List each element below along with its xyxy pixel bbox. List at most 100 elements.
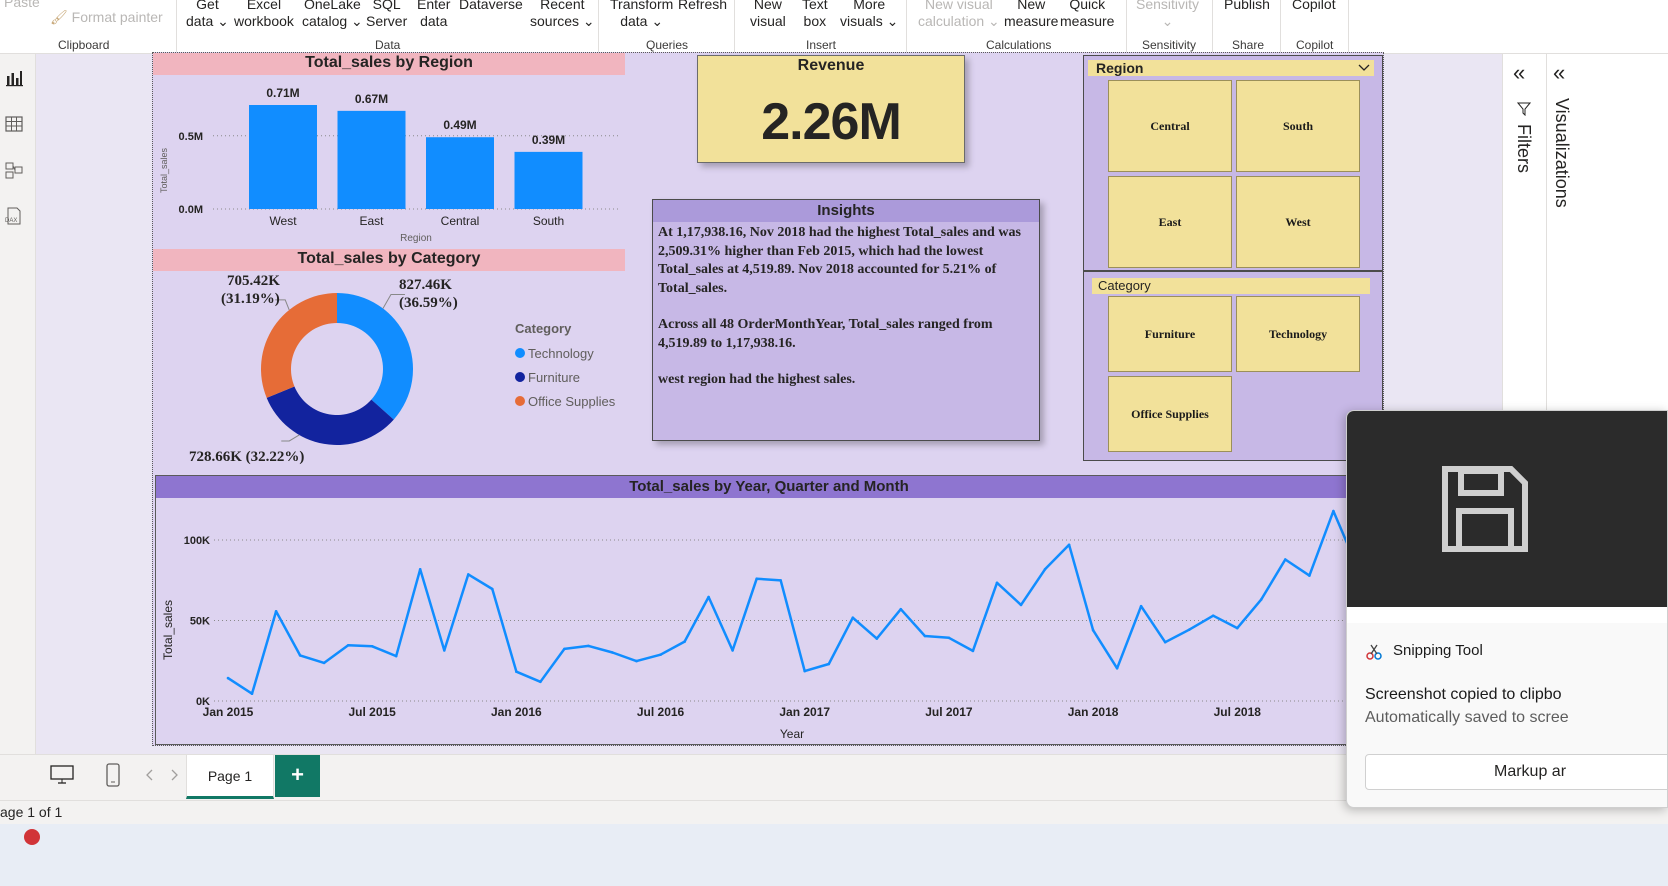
new-measure-button[interactable]: New measure bbox=[1004, 0, 1058, 30]
timeline-data-point[interactable] bbox=[731, 649, 734, 652]
timeline-data-point[interactable] bbox=[1139, 604, 1143, 608]
timeline-data-point[interactable] bbox=[346, 644, 350, 647]
timeline-data-point[interactable] bbox=[1163, 640, 1167, 644]
chevron-down-icon[interactable] bbox=[1358, 63, 1370, 73]
dax-query-view-icon[interactable]: DAX bbox=[4, 206, 24, 226]
donut-legend-item[interactable]: Furniture bbox=[528, 370, 580, 385]
enter-data-button[interactable]: Enter data bbox=[417, 0, 450, 30]
slicer-option-south[interactable]: South bbox=[1236, 80, 1360, 172]
timeline-data-point[interactable] bbox=[1284, 558, 1287, 561]
donut-slice[interactable] bbox=[261, 293, 337, 398]
timeline-data-point[interactable] bbox=[1019, 603, 1023, 607]
more-visuals-button[interactable]: More visuals ⌄ bbox=[840, 0, 898, 30]
format-painter-button[interactable]: 🖌 Format painter bbox=[50, 9, 163, 26]
timeline-data-point[interactable] bbox=[947, 636, 951, 640]
collapse-visualizations-icon[interactable]: « bbox=[1553, 60, 1565, 86]
taskbar-app-icon[interactable] bbox=[24, 829, 40, 845]
slicer-option-west[interactable]: West bbox=[1236, 176, 1360, 268]
timeline-line-chart-visual[interactable]: Total_sales by Year, Quarter and Month T… bbox=[155, 475, 1383, 745]
refresh-button[interactable]: Refresh bbox=[678, 0, 727, 13]
timeline-data-point[interactable] bbox=[515, 670, 518, 673]
paste-button[interactable]: Paste bbox=[4, 0, 40, 11]
markup-button[interactable]: Markup ar bbox=[1365, 754, 1667, 790]
timeline-data-point[interactable] bbox=[875, 637, 879, 640]
timeline-data-point[interactable] bbox=[394, 654, 398, 658]
timeline-data-point[interactable] bbox=[899, 607, 903, 611]
slicer-option-east[interactable]: East bbox=[1108, 176, 1232, 268]
publish-button[interactable]: Publish bbox=[1224, 0, 1270, 13]
timeline-data-point[interactable] bbox=[1187, 628, 1191, 631]
timeline-data-point[interactable] bbox=[635, 659, 638, 663]
timeline-data-point[interactable] bbox=[443, 649, 446, 652]
collapse-filters-icon[interactable]: « bbox=[1513, 60, 1525, 86]
insights-visual[interactable]: Insights At 1,17,938.16, Nov 2018 had th… bbox=[652, 199, 1040, 441]
timeline-data-point[interactable] bbox=[370, 645, 374, 648]
onelake-catalog-button[interactable]: OneLake catalog ⌄ bbox=[302, 0, 363, 30]
timeline-data-point[interactable] bbox=[563, 647, 566, 651]
timeline-data-point[interactable] bbox=[226, 676, 230, 680]
table-view-icon[interactable] bbox=[4, 114, 24, 134]
timeline-data-point[interactable] bbox=[851, 616, 855, 619]
donut-legend-item[interactable]: Office Supplies bbox=[528, 394, 616, 409]
region-bar[interactable] bbox=[249, 105, 317, 209]
recent-sources-button[interactable]: Recent sources ⌄ bbox=[530, 0, 595, 30]
timeline-data-point[interactable] bbox=[803, 669, 806, 673]
region-bar-chart-visual[interactable]: Total_sales by Region Total_sales Region… bbox=[153, 53, 625, 245]
quick-measure-button[interactable]: Quick measure bbox=[1060, 0, 1114, 30]
report-view-icon[interactable] bbox=[4, 68, 24, 88]
donut-slice[interactable] bbox=[266, 386, 394, 445]
region-slicer[interactable]: Region Central South East West bbox=[1083, 55, 1383, 271]
timeline-data-point[interactable] bbox=[250, 692, 254, 695]
timeline-data-point[interactable] bbox=[779, 579, 782, 582]
snipping-tool-notification[interactable]: Snipping Tool Screenshot copied to clipb… bbox=[1346, 410, 1668, 808]
new-visual-button[interactable]: New visual bbox=[750, 0, 786, 30]
new-visual-calculation-button[interactable]: New visual calculation ⌄ bbox=[918, 0, 1000, 30]
sql-server-button[interactable]: SQL Server bbox=[366, 0, 407, 30]
get-data-button[interactable]: Get data ⌄ bbox=[186, 0, 229, 30]
timeline-data-point[interactable] bbox=[659, 653, 662, 656]
timeline-data-point[interactable] bbox=[1308, 574, 1311, 577]
timeline-data-point[interactable] bbox=[707, 595, 710, 599]
region-bar[interactable] bbox=[426, 137, 494, 209]
timeline-data-point[interactable] bbox=[683, 640, 686, 643]
timeline-data-point[interactable] bbox=[491, 587, 494, 591]
dataverse-button[interactable]: Dataverse bbox=[459, 0, 523, 13]
timeline-data-point[interactable] bbox=[467, 573, 470, 576]
category-slicer[interactable]: Category Furniture Technology Office Sup… bbox=[1083, 271, 1383, 461]
prev-page-icon[interactable] bbox=[146, 769, 154, 781]
excel-workbook-button[interactable]: Excel workbook bbox=[234, 0, 294, 30]
timeline-data-point[interactable] bbox=[418, 568, 422, 571]
screenshot-preview[interactable] bbox=[1347, 411, 1667, 607]
slicer-option-technology[interactable]: Technology bbox=[1236, 296, 1360, 372]
slicer-option-furniture[interactable]: Furniture bbox=[1108, 296, 1232, 372]
region-bar[interactable] bbox=[337, 110, 406, 209]
slicer-option-central[interactable]: Central bbox=[1108, 80, 1232, 172]
timeline-data-point[interactable] bbox=[1067, 543, 1071, 547]
timeline-series-line[interactable] bbox=[227, 509, 1359, 695]
timeline-data-point[interactable] bbox=[1332, 509, 1335, 513]
timeline-data-point[interactable] bbox=[923, 634, 927, 638]
text-box-button[interactable]: Text box bbox=[802, 0, 828, 30]
timeline-data-point[interactable] bbox=[1260, 598, 1263, 601]
model-view-icon[interactable] bbox=[4, 160, 24, 180]
next-page-icon[interactable] bbox=[170, 769, 178, 781]
timeline-data-point[interactable] bbox=[1211, 614, 1215, 617]
slicer-option-office-supplies[interactable]: Office Supplies bbox=[1108, 376, 1232, 452]
mobile-layout-icon[interactable] bbox=[106, 763, 120, 787]
transform-data-button[interactable]: Transform data ⌄ bbox=[610, 0, 673, 30]
timeline-data-point[interactable] bbox=[995, 581, 999, 585]
timeline-data-point[interactable] bbox=[539, 680, 542, 684]
timeline-data-point[interactable] bbox=[298, 654, 302, 657]
timeline-data-point[interactable] bbox=[1091, 628, 1095, 632]
timeline-data-point[interactable] bbox=[322, 661, 326, 665]
timeline-data-point[interactable] bbox=[827, 662, 831, 666]
desktop-layout-icon[interactable] bbox=[50, 765, 74, 785]
timeline-data-point[interactable] bbox=[274, 610, 278, 613]
timeline-data-point[interactable] bbox=[1236, 626, 1239, 630]
tab-page-1[interactable]: Page 1 bbox=[186, 755, 274, 799]
timeline-data-point[interactable] bbox=[587, 644, 590, 648]
region-bar[interactable] bbox=[514, 151, 583, 209]
copilot-button[interactable]: Copilot bbox=[1292, 0, 1336, 13]
category-donut-visual[interactable]: Total_sales by Category 827.46K (36.59%) 7… bbox=[153, 249, 625, 475]
revenue-card[interactable]: Revenue 2.26M bbox=[697, 55, 965, 163]
